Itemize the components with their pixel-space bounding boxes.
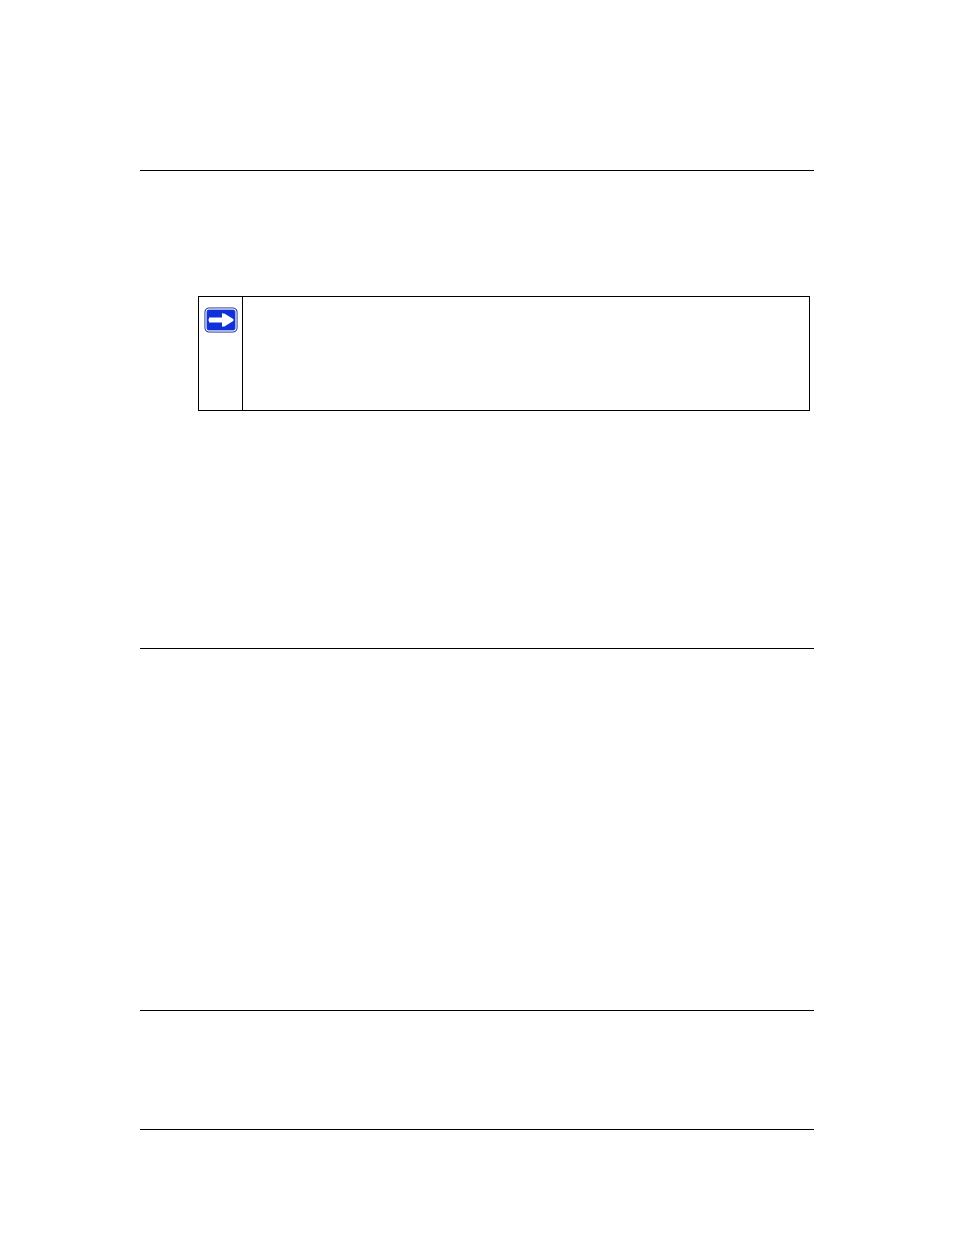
note-callout-box	[198, 296, 810, 411]
spacer	[140, 411, 814, 648]
horizontal-rule-4	[140, 1129, 814, 1130]
spacer	[140, 649, 814, 1010]
spacer	[140, 1011, 814, 1129]
note-content	[243, 297, 809, 410]
page-body	[140, 170, 814, 1130]
arrow-right-icon	[204, 307, 238, 333]
horizontal-rule-1	[140, 170, 814, 171]
note-icon-cell	[199, 297, 243, 410]
